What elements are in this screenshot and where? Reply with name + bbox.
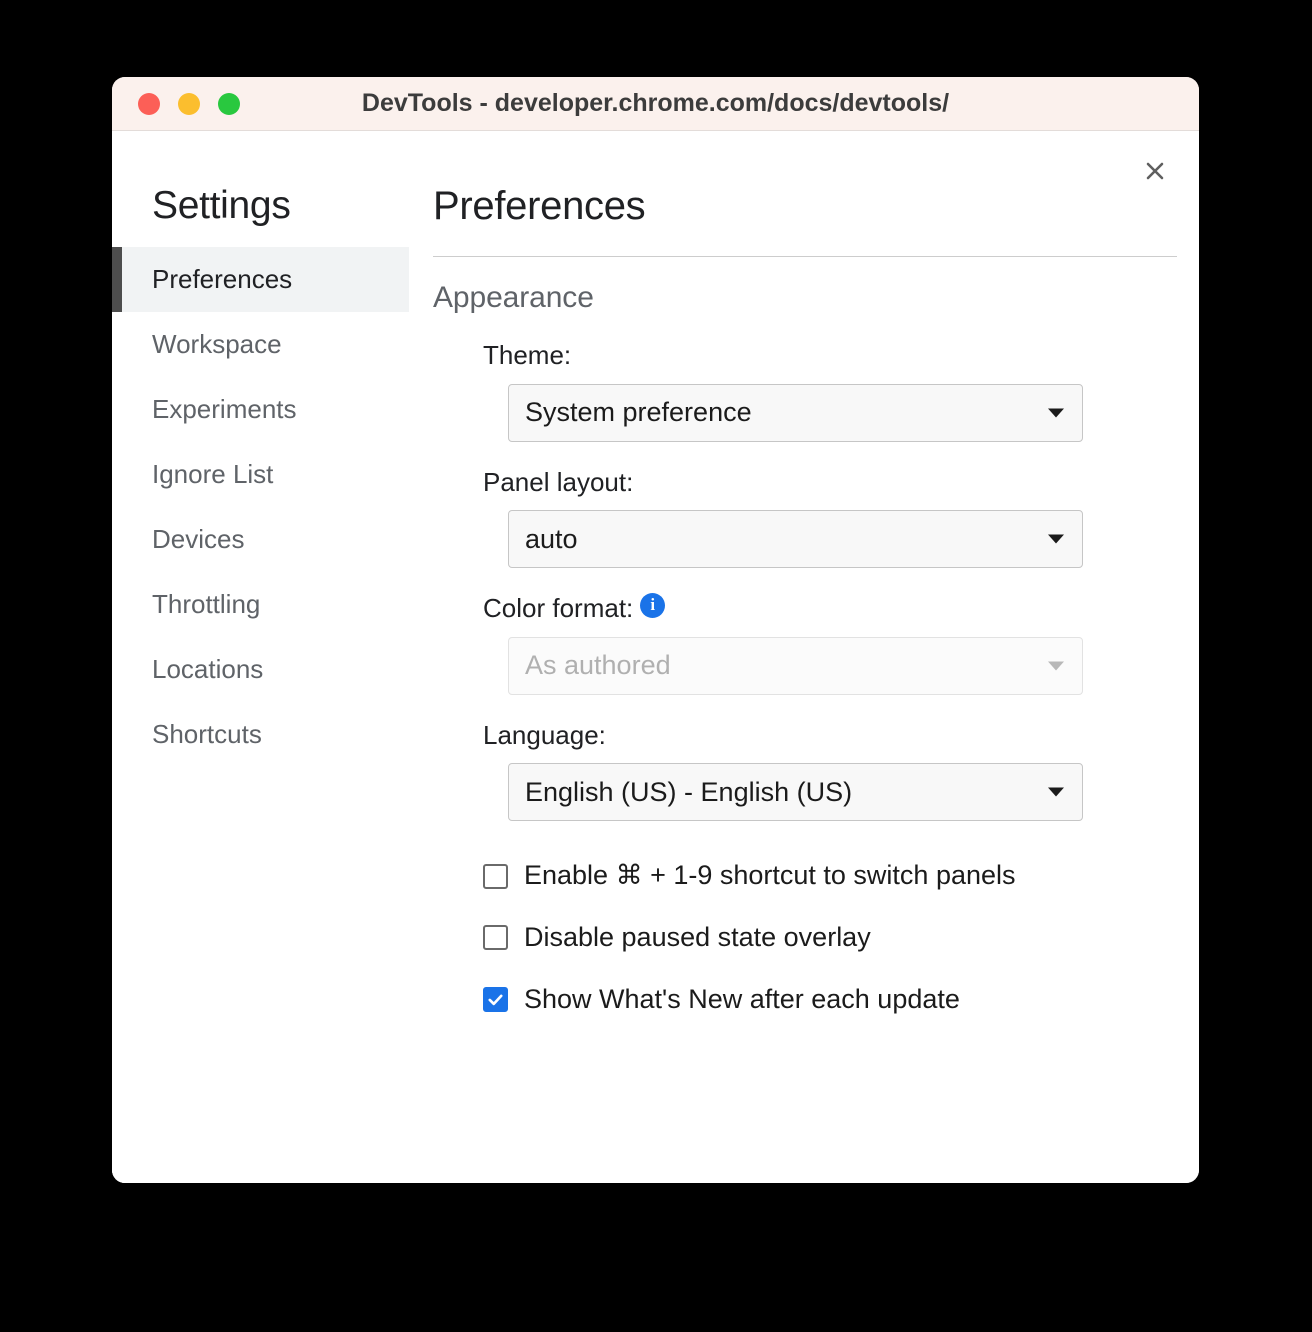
checkbox-row-disable-paused-overlay[interactable]: Disable paused state overlay xyxy=(483,922,1175,953)
sidebar-item-label: Experiments xyxy=(152,394,297,424)
field-label-text: Panel layout: xyxy=(483,466,634,497)
close-icon[interactable] xyxy=(1135,151,1175,191)
settings-content: Preferences Appearance Theme: System pre… xyxy=(409,131,1199,1183)
field-label-theme: Theme: xyxy=(483,341,1175,370)
page-title: Preferences xyxy=(433,184,646,228)
window-title: DevTools - developer.chrome.com/docs/dev… xyxy=(361,89,950,117)
checkbox-show-whats-new[interactable] xyxy=(483,987,508,1013)
theme-select-value: System preference xyxy=(525,397,752,428)
panel-layout-select-value: auto xyxy=(525,523,578,554)
sidebar-title: Settings xyxy=(152,184,291,227)
language-select-value: English (US) - English (US) xyxy=(525,776,853,807)
chevron-down-icon xyxy=(1048,534,1064,544)
checkbox-row-enable-cmd-shortcut[interactable]: Enable ⌘ + 1-9 shortcut to switch panels xyxy=(483,861,1175,891)
info-icon[interactable]: i xyxy=(640,592,666,618)
chevron-down-icon xyxy=(1048,787,1064,797)
sidebar-item-experiments[interactable]: Experiments xyxy=(112,377,409,442)
sidebar-item-label: Devices xyxy=(152,524,245,554)
sidebar-item-label: Ignore List xyxy=(152,459,274,489)
devtools-window: DevTools - developer.chrome.com/docs/dev… xyxy=(112,77,1199,1183)
checkbox-row-show-whats-new[interactable]: Show What's New after each update xyxy=(483,983,1175,1015)
sidebar-item-label: Shortcuts xyxy=(152,719,262,749)
sidebar-item-preferences[interactable]: Preferences xyxy=(112,247,409,312)
sidebar-item-throttling[interactable]: Throttling xyxy=(112,572,409,637)
checkbox-disable-paused-overlay[interactable] xyxy=(483,925,508,951)
sidebar-item-workspace[interactable]: Workspace xyxy=(112,312,409,377)
field-label-color-format: Color format: i xyxy=(483,592,1175,624)
theme-select[interactable]: System preference xyxy=(508,383,1083,442)
checkbox-enable-cmd-shortcut[interactable] xyxy=(483,863,508,889)
chevron-down-icon xyxy=(1048,661,1064,671)
settings-dialog: Settings Preferences Workspace Experimen… xyxy=(112,131,1199,1183)
checkbox-label: Show What's New after each update xyxy=(524,983,960,1014)
chevron-down-icon xyxy=(1048,408,1064,418)
field-label-text: Language: xyxy=(483,719,606,750)
sidebar-nav-list: Preferences Workspace Experiments Ignore… xyxy=(112,247,409,767)
field-label-panel-layout: Panel layout: xyxy=(483,466,1175,497)
appearance-checkbox-list: Enable ⌘ + 1-9 shortcut to switch panels… xyxy=(433,861,1175,1014)
checkbox-label: Enable ⌘ + 1-9 shortcut to switch panels xyxy=(524,860,1016,891)
sidebar-item-devices[interactable]: Devices xyxy=(112,507,409,572)
sidebar-item-label: Preferences xyxy=(152,264,293,294)
sidebar-item-locations[interactable]: Locations xyxy=(112,637,409,702)
sidebar-item-ignore-list[interactable]: Ignore List xyxy=(112,442,409,507)
screen: DevTools - developer.chrome.com/docs/dev… xyxy=(0,0,1312,1332)
settings-sidebar: Settings Preferences Workspace Experimen… xyxy=(112,131,409,1183)
checkbox-label: Disable paused state overlay xyxy=(524,922,871,953)
field-theme: Theme: System preference xyxy=(483,341,1175,442)
sidebar-item-label: Workspace xyxy=(152,329,282,359)
sidebar-item-label: Locations xyxy=(152,654,264,684)
sidebar-item-shortcuts[interactable]: Shortcuts xyxy=(112,702,409,767)
title-divider xyxy=(433,256,1177,257)
color-format-select: As authored xyxy=(508,636,1083,695)
language-select[interactable]: English (US) - English (US) xyxy=(508,763,1083,822)
appearance-fields: Theme: System preference Panel layout: a… xyxy=(433,341,1175,822)
sidebar-item-label: Throttling xyxy=(152,589,261,619)
window-titlebar: DevTools - developer.chrome.com/docs/dev… xyxy=(112,77,1199,131)
field-language: Language: English (US) - English (US) xyxy=(483,721,1175,822)
field-label-text: Theme: xyxy=(483,340,572,370)
field-panel-layout: Panel layout: auto xyxy=(483,466,1175,569)
field-label-language: Language: xyxy=(483,721,1175,750)
panel-layout-select[interactable]: auto xyxy=(508,510,1083,569)
field-color-format: Color format: i As authored xyxy=(483,592,1175,695)
section-heading-appearance: Appearance xyxy=(433,281,594,314)
color-format-select-value: As authored xyxy=(525,650,671,681)
field-label-text: Color format: xyxy=(483,593,634,624)
